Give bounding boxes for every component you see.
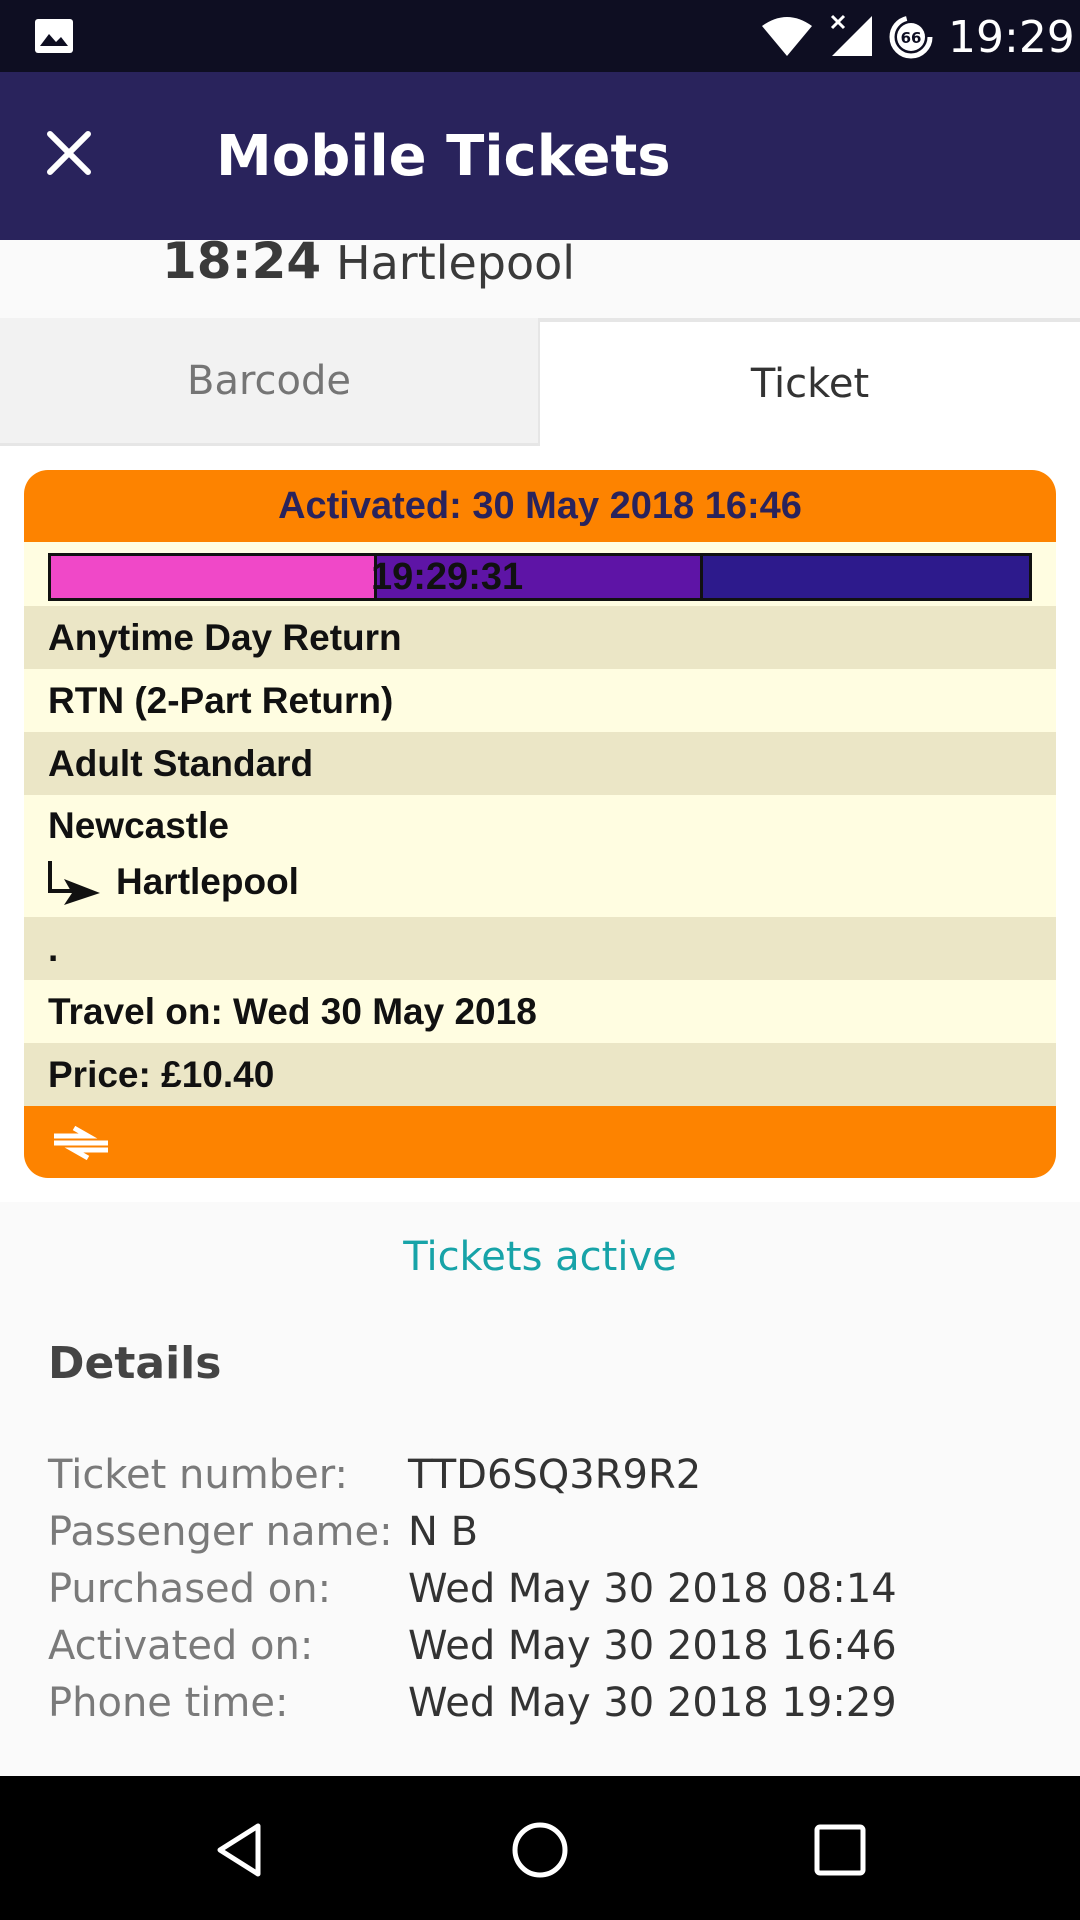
status-time: 19:29 xyxy=(948,12,1075,63)
detail-label: Activated on: xyxy=(48,1622,314,1669)
detail-value: Wed May 30 2018 08:14 xyxy=(408,1565,897,1612)
details-list: Ticket number: TTD6SQ3R9R2 Passenger nam… xyxy=(48,1446,1038,1731)
detail-value: Wed May 30 2018 19:29 xyxy=(408,1679,897,1726)
timer-segment-indigo xyxy=(702,556,1029,598)
travel-date: Travel on: Wed 30 May 2018 xyxy=(24,980,1056,1043)
journey-summary: 18:24 Hartlepool xyxy=(0,232,1080,318)
system-nav-bar xyxy=(0,1776,1080,1920)
tab-bar: Barcode Ticket xyxy=(0,318,1080,446)
tickets-active-status: Tickets active xyxy=(403,1234,677,1280)
wifi-icon xyxy=(762,17,812,56)
national-rail-icon xyxy=(54,1125,108,1161)
tab-barcode[interactable]: Barcode xyxy=(0,318,538,446)
detail-label: Ticket number: xyxy=(48,1451,348,1498)
detail-row-purchased-on: Purchased on: Wed May 30 2018 08:14 xyxy=(48,1560,1038,1617)
detail-label: Phone time: xyxy=(48,1679,289,1726)
detail-label: Purchased on: xyxy=(48,1565,332,1612)
page-title: Mobile Tickets xyxy=(216,124,671,189)
animated-timer-bar: 19:29:31 xyxy=(48,553,1032,601)
journey-time: 18:24 xyxy=(162,232,322,290)
journey-destination: Hartlepool xyxy=(336,236,576,290)
app-bar: Mobile Tickets xyxy=(0,72,1080,240)
tab-ticket[interactable]: Ticket xyxy=(538,318,1080,446)
timer-row: 19:29:31 xyxy=(24,542,1056,606)
passenger-class: Adult Standard xyxy=(24,732,1056,795)
route-note: . xyxy=(24,917,1056,980)
battery-level: 66 xyxy=(901,29,922,47)
route-destination: Hartlepool xyxy=(116,861,299,902)
details-heading: Details xyxy=(48,1338,222,1389)
detail-row-phone-time: Phone time: Wed May 30 2018 19:29 xyxy=(48,1674,1038,1731)
detail-row-passenger-name: Passenger name: N B xyxy=(48,1503,1038,1560)
ticket-area: Activated: 30 May 2018 16:46 19:29:31 An… xyxy=(0,446,1080,1202)
timer-clock: 19:29:31 xyxy=(371,555,524,598)
status-bar: 66 19:29 xyxy=(0,0,1080,72)
home-icon[interactable] xyxy=(510,1820,570,1880)
timer-segment-pink xyxy=(51,556,377,598)
ticket-type: Anytime Day Return xyxy=(24,606,1056,669)
detail-value: TTD6SQ3R9R2 xyxy=(408,1451,702,1498)
gallery-icon xyxy=(35,19,73,53)
route: Newcastle Hartlepool xyxy=(24,795,1056,917)
ticket-price: Price: £10.40 xyxy=(24,1043,1056,1106)
close-icon[interactable] xyxy=(44,128,94,178)
signal-no-data-icon xyxy=(830,14,872,56)
ticket-footer xyxy=(24,1106,1056,1178)
battery-saver-icon: 66 xyxy=(889,15,933,59)
detail-row-activated-on: Activated on: Wed May 30 2018 16:46 xyxy=(48,1617,1038,1674)
ticket-card: Activated: 30 May 2018 16:46 19:29:31 An… xyxy=(24,470,1056,1178)
detail-value: N B xyxy=(408,1508,479,1555)
detail-value: Wed May 30 2018 16:46 xyxy=(408,1622,897,1669)
recents-icon[interactable] xyxy=(810,1820,870,1880)
route-arrow-icon xyxy=(48,861,100,905)
ticket-code: RTN (2-Part Return) xyxy=(24,669,1056,732)
route-origin: Newcastle xyxy=(48,805,229,846)
activated-banner: Activated: 30 May 2018 16:46 xyxy=(24,470,1056,542)
back-icon[interactable] xyxy=(210,1820,270,1880)
detail-row-ticket-number: Ticket number: TTD6SQ3R9R2 xyxy=(48,1446,1038,1503)
detail-label: Passenger name: xyxy=(48,1508,393,1555)
